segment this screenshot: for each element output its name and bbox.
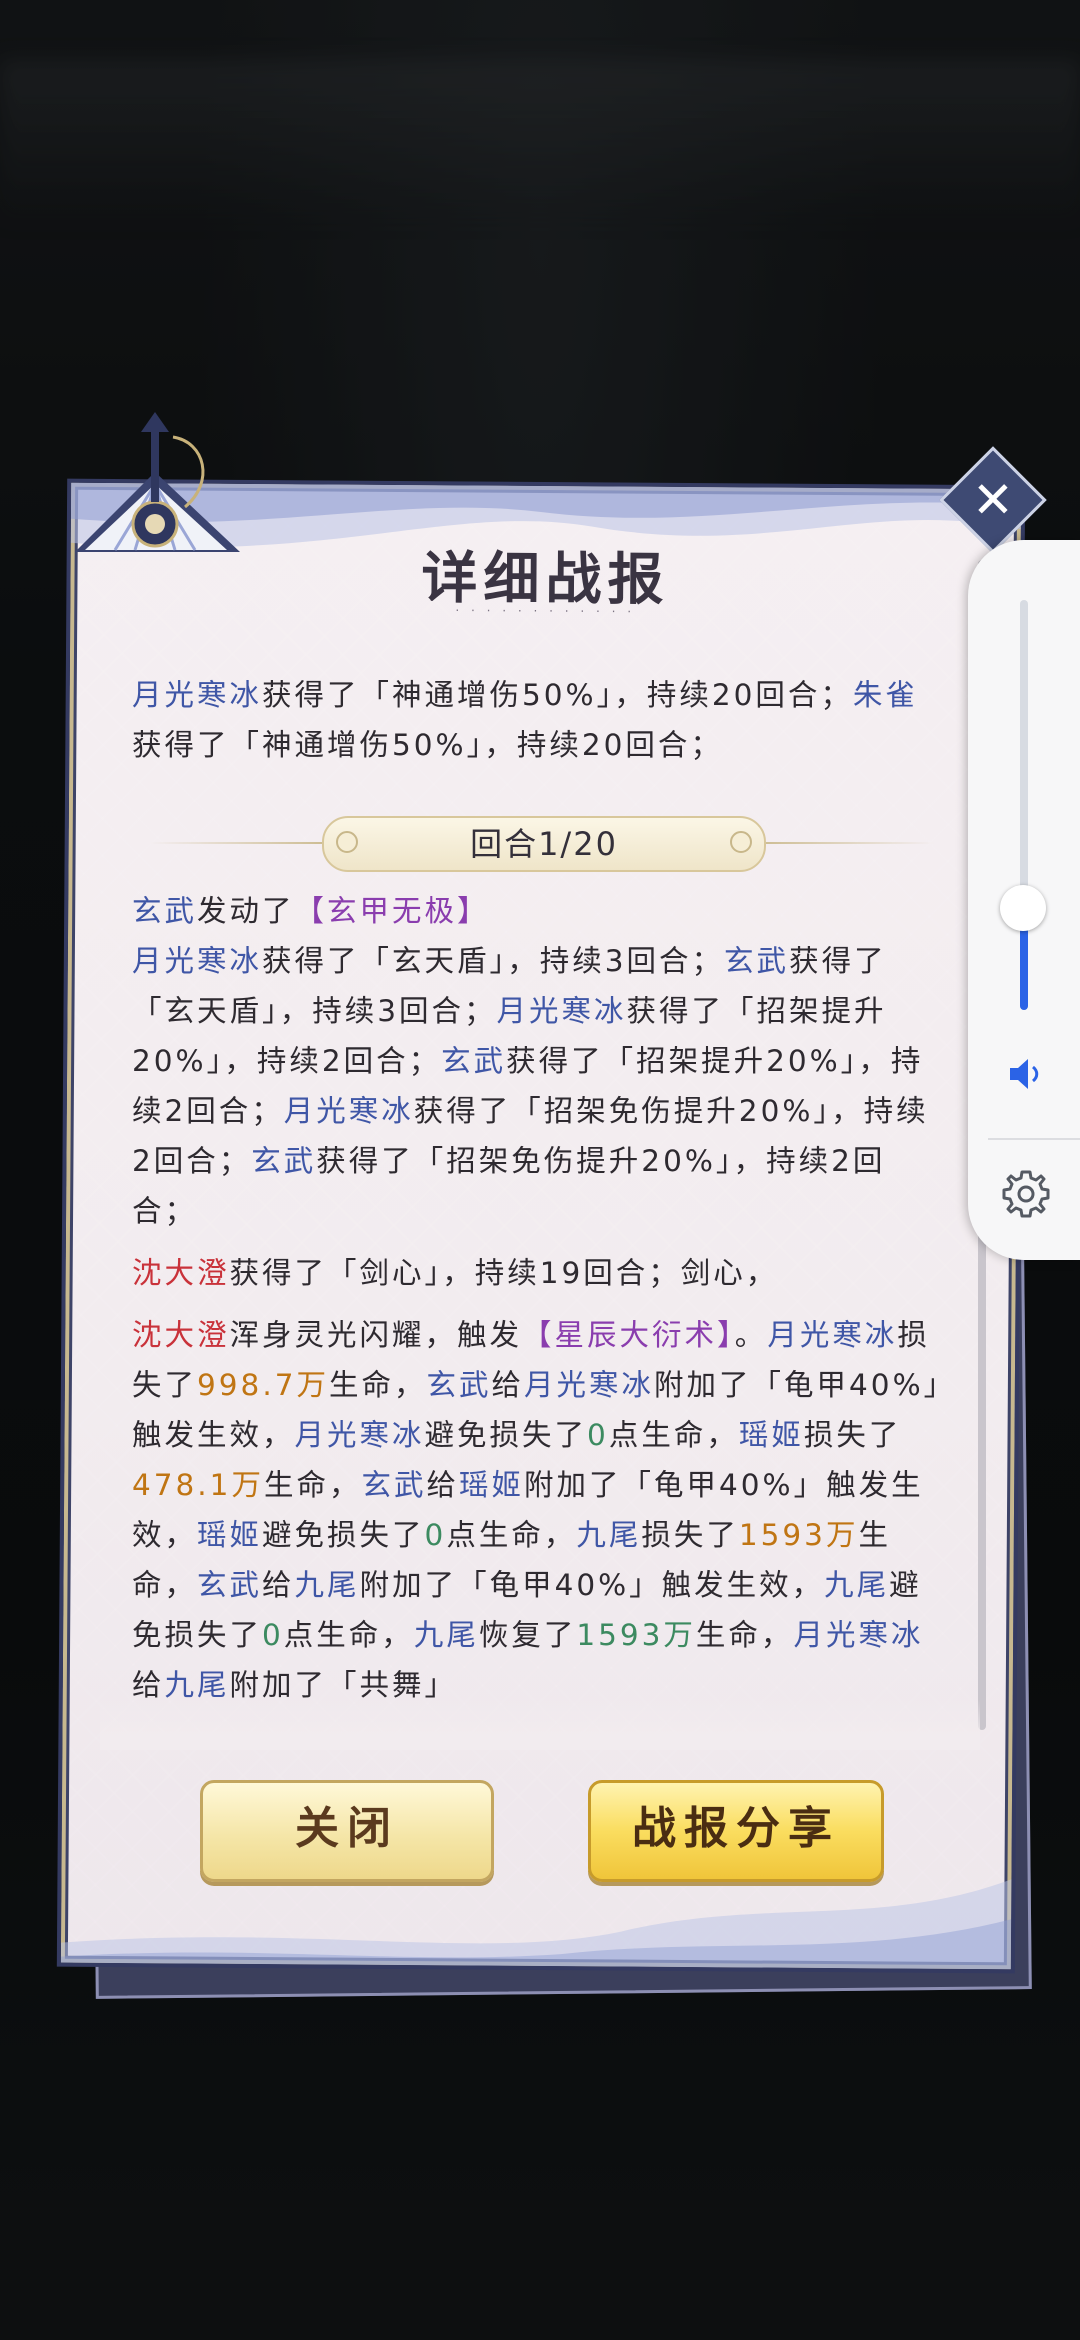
log-entry: 沈大澄获得了「剑心」，持续19回合；剑心， xyxy=(132,1248,944,1298)
log-highlight-green: 0 xyxy=(424,1518,447,1552)
log-highlight-red: 沈大澄 xyxy=(132,1256,230,1290)
log-round-1: 玄武发动了【玄甲无极】 月光寒冰获得了「玄天盾」，持续3回合；玄武获得了「玄天盾」… xyxy=(132,886,944,1700)
log-text: 获得了「剑心」，持续19回合；剑心， xyxy=(229,1256,779,1290)
log-text: 恢复了 xyxy=(478,1618,577,1652)
log-highlight-red: 沈大澄 xyxy=(132,1318,230,1352)
log-highlight-blue: 月光寒冰 xyxy=(294,1418,425,1452)
log-highlight-blue: 月光寒冰 xyxy=(793,1618,924,1652)
log-highlight-blue: 月光寒冰 xyxy=(767,1318,898,1352)
volume-panel-divider xyxy=(988,1138,1080,1140)
log-text: 损失了 xyxy=(641,1518,739,1552)
log-highlight-blue: 玄武 xyxy=(132,894,198,928)
volume-slider[interactable] xyxy=(1020,600,1028,1010)
log-highlight-blue: 月光寒冰 xyxy=(283,1094,414,1128)
speaker-icon[interactable] xyxy=(1004,1052,1048,1096)
round-divider-right xyxy=(762,842,934,844)
log-highlight-blue: 瑶姬 xyxy=(459,1468,525,1502)
log-text: 点生命， xyxy=(283,1618,414,1652)
log-entry: 月光寒冰获得了「玄天盾」，持续3回合；玄武获得了「玄天盾」，持续3回合；月光寒冰… xyxy=(132,936,944,1236)
log-highlight-blue: 玄武 xyxy=(441,1044,507,1078)
log-highlight-blue: 九尾 xyxy=(576,1518,642,1552)
log-text: 给 xyxy=(426,1468,459,1502)
log-highlight-blue: 九尾 xyxy=(413,1618,479,1652)
volume-slider-thumb[interactable] xyxy=(1000,884,1046,931)
log-entry-intro: 月光寒冰获得了「神通增伤50%」，持续20回合；朱雀获得了「神通增伤50%」，持… xyxy=(132,670,944,770)
log-highlight-blue: 玄武 xyxy=(361,1468,427,1502)
log-highlight-purple: 【星辰大衍术】 xyxy=(522,1318,735,1352)
log-highlight-blue: 月光寒冰 xyxy=(524,1368,655,1402)
log-highlight-blue: 玄武 xyxy=(426,1368,492,1402)
log-highlight-blue: 玄武 xyxy=(724,944,790,978)
log-highlight-orange: 478.1万 xyxy=(132,1468,264,1502)
gear-icon[interactable] xyxy=(1000,1168,1052,1220)
log-highlight-orange: 1593万 xyxy=(738,1518,859,1552)
log-highlight-blue: 瑶姬 xyxy=(197,1518,263,1552)
log-text: 获得了「神通增伤50%」，持续20回合； xyxy=(132,728,723,762)
close-icon: ✕ xyxy=(972,471,1014,529)
log-highlight-purple: 【玄甲无极】 xyxy=(294,894,490,928)
log-highlight-blue: 朱雀 xyxy=(852,678,918,712)
volume-panel xyxy=(968,540,1080,1260)
log-highlight-green: 1593万 xyxy=(576,1618,696,1652)
round-header-ornament-left xyxy=(336,831,358,853)
log-fade-overlay xyxy=(100,1700,980,1750)
log-text: 损失了 xyxy=(803,1418,902,1452)
round-header: 回合1/20 xyxy=(322,816,766,872)
round-header-ornament-right xyxy=(730,831,752,853)
log-highlight-blue: 九尾 xyxy=(824,1568,890,1602)
log-text: 点生命， xyxy=(446,1518,577,1552)
log-text: 给 xyxy=(491,1368,525,1402)
fan-emblem-icon xyxy=(75,412,240,552)
log-highlight-blue: 月光寒冰 xyxy=(132,944,263,978)
log-highlight-blue: 月光寒冰 xyxy=(496,994,627,1028)
log-text: 避免损失了 xyxy=(424,1418,588,1452)
log-text: 避免损失了 xyxy=(262,1518,425,1552)
log-highlight-blue: 九尾 xyxy=(294,1568,360,1602)
log-text: 浑身灵光闪耀，触发 xyxy=(229,1318,523,1352)
log-text: 附加了「共舞」 xyxy=(229,1668,458,1700)
log-highlight-blue: 九尾 xyxy=(164,1668,230,1700)
log-text: 点生命， xyxy=(608,1418,739,1452)
log-text: 获得了「玄天盾」，持续3回合； xyxy=(262,944,725,978)
log-highlight-blue: 月光寒冰 xyxy=(132,678,263,712)
log-highlight-green: 0 xyxy=(262,1618,284,1652)
log-entry: 玄武发动了【玄甲无极】 xyxy=(132,886,944,936)
share-report-button[interactable]: 战报分享 xyxy=(588,1780,884,1882)
log-highlight-blue: 玄武 xyxy=(197,1568,263,1602)
close-button[interactable]: 关闭 xyxy=(200,1780,494,1882)
log-text: 给 xyxy=(262,1568,295,1602)
log-text: 附加了「龟甲40%」触发生效， xyxy=(359,1568,825,1602)
round-divider-left xyxy=(150,842,322,844)
log-text: 给 xyxy=(132,1668,165,1700)
log-text: 发动了 xyxy=(197,894,295,928)
log-highlight-green: 0 xyxy=(587,1418,609,1452)
round-label: 回合1/20 xyxy=(470,825,618,863)
log-highlight-blue: 玄武 xyxy=(251,1144,317,1178)
log-entry: 沈大澄浑身灵光闪耀，触发【星辰大衍术】。月光寒冰损失了998.7万生命，玄武给月… xyxy=(132,1310,944,1700)
log-text: 。 xyxy=(734,1318,768,1352)
log-text: 获得了「神通增伤50%」，持续20回合； xyxy=(262,678,853,712)
log-highlight-orange: 998.7万 xyxy=(197,1368,329,1402)
log-text: 生命， xyxy=(263,1468,362,1502)
log-highlight-blue: 瑶姬 xyxy=(738,1418,804,1452)
log-text: 生命， xyxy=(695,1618,794,1652)
log-text: 生命， xyxy=(328,1368,427,1402)
